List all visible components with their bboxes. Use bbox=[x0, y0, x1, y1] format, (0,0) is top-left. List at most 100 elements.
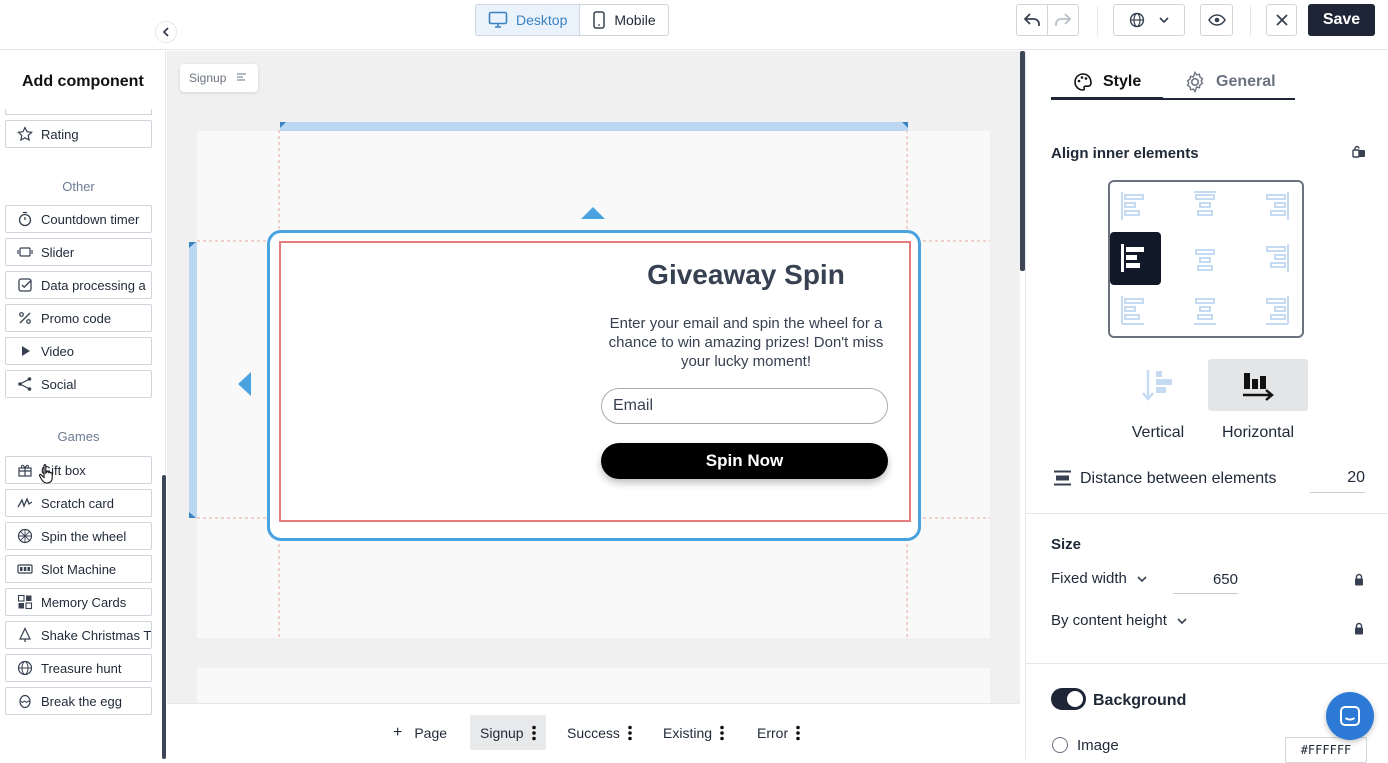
breadcrumb[interactable]: Signup bbox=[180, 64, 258, 92]
align-bottom-left-icon[interactable] bbox=[1121, 296, 1144, 325]
align-center-right-icon[interactable] bbox=[1266, 244, 1289, 272]
more-vertical-icon[interactable] bbox=[531, 725, 536, 741]
top-toolbar: Desktop Mobile Save bbox=[0, 0, 1388, 50]
redo-icon bbox=[1055, 13, 1072, 26]
divider bbox=[1026, 663, 1388, 664]
page-tab-success[interactable]: Success bbox=[557, 715, 642, 750]
slider-icon bbox=[17, 247, 33, 257]
globe-icon bbox=[17, 660, 33, 676]
lock-icon[interactable] bbox=[1354, 573, 1364, 586]
horizontal-label: Horizontal bbox=[1221, 424, 1295, 441]
component-video[interactable]: Video bbox=[5, 337, 152, 365]
width-mode-label: Fixed width bbox=[1051, 570, 1127, 587]
color-input[interactable]: #FFFFFF bbox=[1285, 737, 1367, 763]
component-label: Treasure hunt bbox=[41, 660, 122, 676]
align-top-right-icon[interactable] bbox=[1266, 192, 1289, 220]
align-top-left-icon[interactable] bbox=[1121, 192, 1144, 220]
component-gift-box[interactable]: Gift box bbox=[5, 456, 152, 484]
email-input[interactable]: Email bbox=[601, 388, 888, 424]
slot-icon bbox=[17, 564, 33, 574]
component-shake-christmas-tree[interactable]: Shake Christmas T bbox=[5, 621, 152, 649]
component-rating[interactable]: Rating bbox=[5, 120, 152, 148]
mobile-tab[interactable]: Mobile bbox=[580, 5, 667, 35]
distance-label: Distance between elements bbox=[1080, 470, 1277, 487]
tab-general[interactable]: General bbox=[1163, 66, 1295, 100]
distance-input[interactable]: 20 bbox=[1310, 469, 1365, 487]
align-center-icon[interactable] bbox=[1195, 249, 1215, 271]
component-spin-the-wheel[interactable]: Spin the wheel bbox=[5, 522, 152, 550]
page-canvas-next bbox=[197, 668, 990, 708]
direction-vertical-button[interactable] bbox=[1108, 359, 1208, 411]
spacing-icon bbox=[1054, 470, 1071, 486]
component-break-the-egg[interactable]: Break the egg bbox=[5, 687, 152, 715]
more-vertical-icon[interactable] bbox=[796, 725, 800, 741]
close-button[interactable] bbox=[1266, 4, 1297, 36]
tab-style-label: Style bbox=[1103, 72, 1142, 90]
background-toggle[interactable] bbox=[1051, 688, 1086, 710]
section-games: Games bbox=[57, 429, 100, 444]
sidebar-scrollbar[interactable] bbox=[162, 475, 166, 759]
pointer-cursor-icon bbox=[38, 464, 53, 484]
tab-general-label: General bbox=[1216, 73, 1276, 90]
component-data-processing[interactable]: Data processing a bbox=[5, 271, 152, 299]
spin-now-button[interactable]: Spin Now bbox=[601, 443, 888, 479]
checkbox-icon bbox=[18, 278, 32, 292]
monitor-icon bbox=[488, 11, 508, 28]
component-treasure-hunt[interactable]: Treasure hunt bbox=[5, 654, 152, 682]
direction-horizontal-button[interactable] bbox=[1208, 359, 1308, 411]
height-mode-label: By content height bbox=[1051, 612, 1167, 629]
page-tab-label: Success bbox=[567, 724, 620, 741]
image-radio[interactable] bbox=[1052, 737, 1068, 753]
page-tab-existing[interactable]: Existing bbox=[653, 715, 734, 750]
component-label: Scratch card bbox=[41, 495, 114, 511]
star-icon bbox=[17, 126, 33, 142]
device-toggle: Desktop Mobile bbox=[475, 4, 669, 36]
share-icon bbox=[18, 377, 32, 391]
canvas-scrollbar[interactable] bbox=[1020, 51, 1025, 271]
add-page-button[interactable]: + Page bbox=[383, 715, 457, 750]
tab-style[interactable]: Style bbox=[1051, 66, 1163, 100]
unlink-icon[interactable] bbox=[1352, 145, 1366, 159]
layout-icon bbox=[237, 73, 247, 81]
timer-icon bbox=[18, 211, 32, 227]
height-mode-select[interactable]: By content height bbox=[1051, 612, 1187, 629]
plus-icon: + bbox=[393, 723, 403, 741]
component-memory-cards[interactable]: Memory Cards bbox=[5, 588, 152, 616]
component-scratch-card[interactable]: Scratch card bbox=[5, 489, 152, 517]
page-tab-label: Signup bbox=[480, 724, 524, 741]
desktop-tab[interactable]: Desktop bbox=[476, 5, 581, 35]
language-select[interactable] bbox=[1113, 4, 1185, 36]
distance-input-underline bbox=[1310, 492, 1365, 493]
wheel-icon bbox=[17, 528, 33, 544]
lock-icon[interactable] bbox=[1354, 622, 1364, 635]
align-top-center-icon[interactable] bbox=[1194, 191, 1216, 216]
play-icon bbox=[22, 346, 30, 356]
sort-horizontal-icon bbox=[1243, 373, 1274, 401]
component-label: Rating bbox=[41, 126, 79, 142]
component-social[interactable]: Social bbox=[5, 370, 152, 398]
align-bottom-right-icon[interactable] bbox=[1266, 296, 1289, 325]
align-bottom-center-icon[interactable] bbox=[1194, 298, 1216, 325]
collapse-sidebar-button[interactable] bbox=[155, 21, 177, 43]
chat-launcher-button[interactable] bbox=[1326, 692, 1374, 740]
component-slider[interactable]: Slider bbox=[5, 238, 152, 266]
preview-button[interactable] bbox=[1200, 4, 1233, 36]
more-vertical-icon[interactable] bbox=[720, 725, 724, 741]
undo-button[interactable] bbox=[1016, 4, 1048, 36]
popup-description: Enter your email and spin the wheel for … bbox=[608, 315, 884, 370]
alignment-grid-icons bbox=[1110, 191, 1289, 325]
background-label: Background bbox=[1093, 692, 1187, 709]
component-promo-code[interactable]: Promo code bbox=[5, 304, 152, 332]
component-countdown[interactable]: Countdown timer bbox=[5, 205, 152, 233]
redo-button[interactable] bbox=[1047, 4, 1079, 36]
page-tab-label: Existing bbox=[663, 724, 713, 741]
width-input[interactable]: 650 bbox=[1173, 571, 1266, 588]
popup-block[interactable]: Giveaway Spin Enter your email and spin … bbox=[267, 230, 921, 541]
more-vertical-icon[interactable] bbox=[628, 725, 632, 741]
page-tab-signup[interactable]: Signup bbox=[470, 715, 546, 750]
component-slot-machine[interactable]: Slot Machine bbox=[5, 555, 152, 583]
popup-title: Giveaway Spin bbox=[647, 259, 845, 290]
page-tab-error[interactable]: Error bbox=[747, 715, 810, 750]
save-button[interactable]: Save bbox=[1308, 4, 1375, 36]
width-mode-select[interactable]: Fixed width bbox=[1051, 570, 1147, 587]
